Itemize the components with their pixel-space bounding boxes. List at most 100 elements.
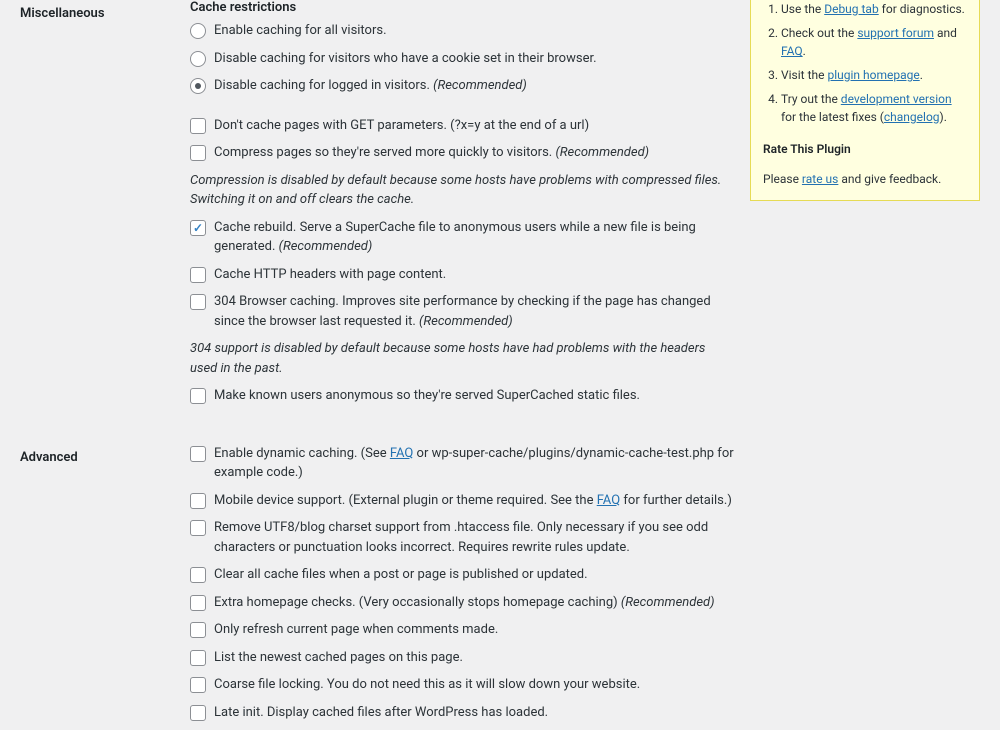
sidebar-item-4: Try out the development version for the … bbox=[781, 90, 967, 126]
checkbox-304[interactable] bbox=[190, 294, 206, 310]
http-headers-label: Cache HTTP headers with page content. bbox=[214, 265, 735, 285]
late-init-row: Late init. Display cached files after Wo… bbox=[190, 703, 735, 723]
recommended-tag: (Recommended) bbox=[419, 314, 513, 329]
faq-link[interactable]: FAQ bbox=[390, 446, 413, 461]
advanced-section-content: Enable dynamic caching. (See FAQ or wp-s… bbox=[190, 444, 745, 730]
mobile-label: Mobile device support. (External plugin … bbox=[214, 491, 735, 511]
recommended-tag: (Recommended) bbox=[433, 78, 527, 93]
checkbox-list-newest[interactable] bbox=[190, 650, 206, 666]
recommended-tag: (Recommended) bbox=[279, 239, 373, 254]
late-init-label: Late init. Display cached files after Wo… bbox=[214, 703, 735, 723]
cache-restrictions-heading: Cache restrictions bbox=[190, 0, 735, 15]
anonymous-row: Make known users anonymous so they're se… bbox=[190, 386, 735, 406]
radio-cookie[interactable] bbox=[190, 51, 206, 67]
radio-loggedin-label: Disable caching for logged in visitors. … bbox=[214, 76, 735, 96]
utf8-row: Remove UTF8/blog charset support from .h… bbox=[190, 518, 735, 557]
utf8-label: Remove UTF8/blog charset support from .h… bbox=[214, 518, 735, 557]
section-advanced: Advanced Enable dynamic caching. (See FA… bbox=[20, 444, 745, 730]
radio-cookie-row: Disable caching for visitors who have a … bbox=[190, 49, 735, 69]
item2-mid: and bbox=[934, 26, 957, 40]
faq-sidebar-link[interactable]: FAQ bbox=[781, 44, 803, 58]
radio-loggedin-row: Disable caching for logged in visitors. … bbox=[190, 76, 735, 96]
coarse-label: Coarse file locking. You do not need thi… bbox=[214, 675, 735, 695]
sidebar-item-1: Use the Debug tab for diagnostics. bbox=[781, 0, 967, 18]
radio-all-visitors-label: Enable caching for all visitors. bbox=[214, 21, 735, 41]
item4-mid: for the latest fixes ( bbox=[781, 110, 884, 124]
item4-pre: Try out the bbox=[781, 92, 841, 106]
rate-post: and give feedback. bbox=[838, 172, 941, 186]
homepage-label: Extra homepage checks. (Very occasionall… bbox=[214, 593, 735, 613]
checkbox-rebuild[interactable] bbox=[190, 220, 206, 236]
checkbox-refresh[interactable] bbox=[190, 622, 206, 638]
rate-pre: Please bbox=[763, 172, 802, 186]
item1-post: for diagnostics. bbox=[879, 2, 965, 16]
item4-post: ). bbox=[940, 110, 947, 124]
item3-pre: Visit the bbox=[781, 68, 827, 82]
refresh-label: Only refresh current page when comments … bbox=[214, 620, 735, 640]
get-params-row: Don't cache pages with GET parameters. (… bbox=[190, 116, 735, 136]
clear-cache-row: Clear all cache files when a post or pag… bbox=[190, 565, 735, 585]
item2-pre: Check out the bbox=[781, 26, 857, 40]
checkbox-dynamic[interactable] bbox=[190, 446, 206, 462]
dynamic-row: Enable dynamic caching. (See FAQ or wp-s… bbox=[190, 444, 735, 483]
sidebar-item-3: Visit the plugin homepage. bbox=[781, 66, 967, 84]
misc-section-content: Cache restrictions Enable caching for al… bbox=[190, 0, 745, 414]
note-304: 304 support is disabled by default becau… bbox=[190, 339, 735, 378]
item2-post: . bbox=[803, 44, 806, 58]
section-miscellaneous: Miscellaneous Cache restrictions Enable … bbox=[20, 0, 745, 414]
recommended-tag: (Recommended) bbox=[555, 145, 649, 160]
item3-post: . bbox=[920, 68, 923, 82]
http-headers-row: Cache HTTP headers with page content. bbox=[190, 265, 735, 285]
homepage-row: Extra homepage checks. (Very occasionall… bbox=[190, 593, 735, 613]
sidebar-list: Use the Debug tab for diagnostics. Check… bbox=[763, 0, 967, 126]
radio-loggedin[interactable] bbox=[190, 78, 206, 94]
compress-note: Compression is disabled by default becau… bbox=[190, 171, 735, 210]
rebuild-label: Cache rebuild. Serve a SuperCache file t… bbox=[214, 218, 735, 257]
homepage-text: Extra homepage checks. (Very occasionall… bbox=[214, 595, 618, 610]
checkbox-compress[interactable] bbox=[190, 145, 206, 161]
dynamic-label: Enable dynamic caching. (See FAQ or wp-s… bbox=[214, 444, 735, 483]
checkbox-mobile[interactable] bbox=[190, 493, 206, 509]
checkbox-get-params[interactable] bbox=[190, 118, 206, 134]
mobile-pre: Mobile device support. (External plugin … bbox=[214, 493, 597, 508]
rate-text: Please rate us and give feedback. bbox=[763, 170, 967, 188]
clear-cache-label: Clear all cache files when a post or pag… bbox=[214, 565, 735, 585]
checkbox-utf8[interactable] bbox=[190, 520, 206, 536]
compress-text: Compress pages so they're served more qu… bbox=[214, 145, 552, 160]
get-params-label: Don't cache pages with GET parameters. (… bbox=[214, 116, 735, 136]
list-newest-label: List the newest cached pages on this pag… bbox=[214, 648, 735, 668]
plugin-homepage-link[interactable]: plugin homepage bbox=[827, 68, 919, 82]
dynamic-pre: Enable dynamic caching. (See bbox=[214, 446, 390, 461]
radio-all-visitors[interactable] bbox=[190, 23, 206, 39]
changelog-link[interactable]: changelog bbox=[884, 110, 940, 124]
checkbox-clear-cache[interactable] bbox=[190, 567, 206, 583]
recommended-tag: (Recommended) bbox=[621, 595, 715, 610]
coarse-row: Coarse file locking. You do not need thi… bbox=[190, 675, 735, 695]
mobile-row: Mobile device support. (External plugin … bbox=[190, 491, 735, 511]
support-forum-link[interactable]: support forum bbox=[857, 26, 934, 40]
checkbox-anonymous[interactable] bbox=[190, 388, 206, 404]
checkbox-homepage[interactable] bbox=[190, 595, 206, 611]
browser-304-label: 304 Browser caching. Improves site perfo… bbox=[214, 292, 735, 331]
list-newest-row: List the newest cached pages on this pag… bbox=[190, 648, 735, 668]
browser-304-row: 304 Browser caching. Improves site perfo… bbox=[190, 292, 735, 331]
sidebar-item-2: Check out the support forum and FAQ. bbox=[781, 24, 967, 60]
advanced-section-label: Advanced bbox=[20, 444, 190, 730]
radio-all-visitors-row: Enable caching for all visitors. bbox=[190, 21, 735, 41]
compress-row: Compress pages so they're served more qu… bbox=[190, 143, 735, 163]
dev-version-link[interactable]: development version bbox=[841, 92, 952, 106]
checkbox-coarse[interactable] bbox=[190, 677, 206, 693]
faq-link-mobile[interactable]: FAQ bbox=[597, 493, 620, 508]
compress-label: Compress pages so they're served more qu… bbox=[214, 143, 735, 163]
sidebar-box: Use the Debug tab for diagnostics. Check… bbox=[750, 0, 980, 201]
anonymous-label: Make known users anonymous so they're se… bbox=[214, 386, 735, 406]
mobile-post: for further details.) bbox=[620, 493, 732, 508]
rate-heading: Rate This Plugin bbox=[763, 142, 967, 156]
refresh-row: Only refresh current page when comments … bbox=[190, 620, 735, 640]
rate-us-link[interactable]: rate us bbox=[802, 172, 838, 186]
rebuild-row: Cache rebuild. Serve a SuperCache file t… bbox=[190, 218, 735, 257]
checkbox-http-headers[interactable] bbox=[190, 267, 206, 283]
checkbox-late-init[interactable] bbox=[190, 705, 206, 721]
radio-cookie-label: Disable caching for visitors who have a … bbox=[214, 49, 735, 69]
debug-tab-link[interactable]: Debug tab bbox=[824, 2, 879, 16]
